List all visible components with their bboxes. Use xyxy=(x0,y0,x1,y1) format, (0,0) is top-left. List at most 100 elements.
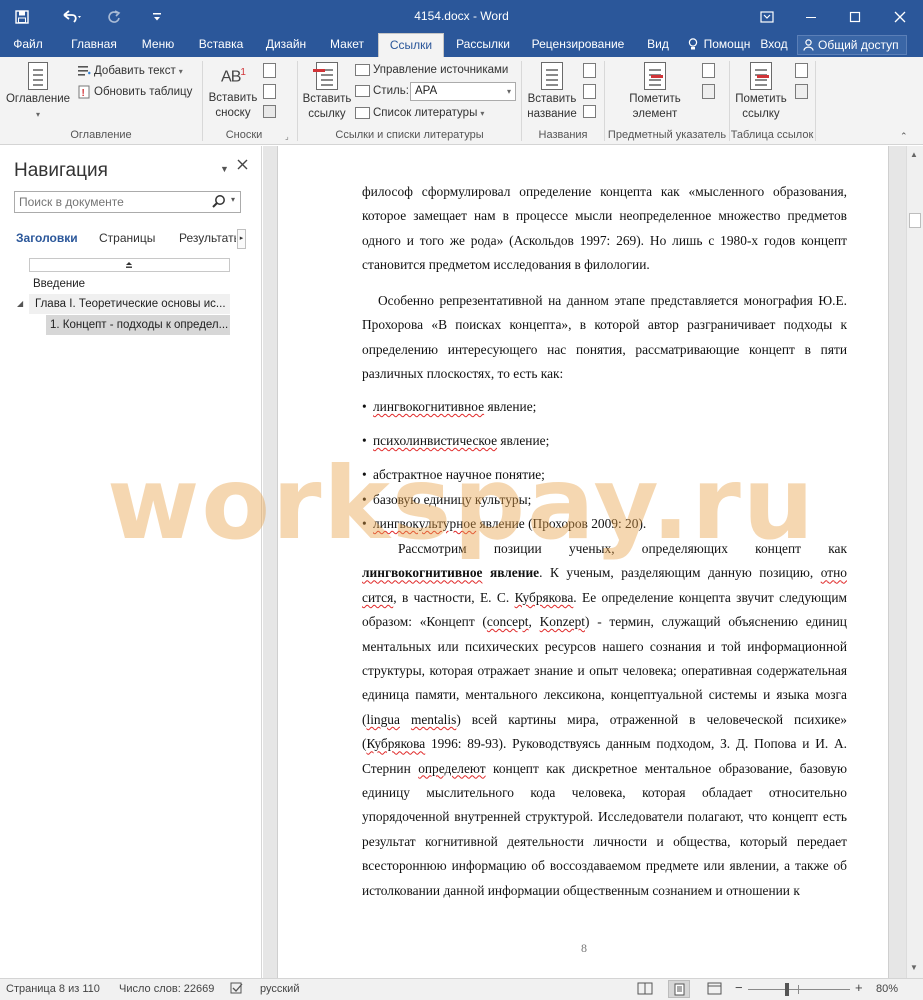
collapse-ribbon-icon[interactable]: ⌃ xyxy=(900,131,908,142)
search-options-chevron-icon[interactable]: ▾ xyxy=(231,195,235,204)
paragraph-1: философ сформулировал определение концеп… xyxy=(362,184,847,273)
tab-mailings[interactable]: Рассылки xyxy=(450,33,516,57)
scroll-down-icon[interactable]: ▼ xyxy=(910,963,918,972)
share-label: Общий доступ xyxy=(818,38,899,52)
web-layout-icon[interactable] xyxy=(707,982,722,998)
tab-design[interactable]: Дизайн xyxy=(258,33,314,57)
collapse-all-headings[interactable] xyxy=(29,258,230,272)
mark-entry-label-2: элемент xyxy=(632,108,678,120)
update-index-icon[interactable] xyxy=(702,84,715,99)
add-text-button[interactable]: Добавить текст ▾ xyxy=(77,62,183,80)
nav-tab-headings[interactable]: Заголовки xyxy=(16,231,78,245)
nav-tab-results[interactable]: Результать xyxy=(179,231,236,245)
vertical-scrollbar[interactable]: ▲ ▼ xyxy=(906,146,923,978)
tab-layout[interactable]: Макет xyxy=(322,33,372,57)
nav-tabs-scroll-right-icon[interactable]: ▸ xyxy=(237,229,246,249)
tab-file[interactable]: Файл xyxy=(6,33,50,57)
tab-home[interactable]: Главная xyxy=(64,33,124,57)
ribbon: Оглавление ▾ Добавить текст ▾ ! Обновить … xyxy=(0,57,923,145)
nav-title: Навигация xyxy=(14,160,108,181)
group-divider xyxy=(815,61,816,141)
citation-icon xyxy=(313,62,338,90)
tab-menu[interactable]: Меню xyxy=(134,33,182,57)
tab-review[interactable]: Рецензирование xyxy=(528,33,628,57)
language-indicator[interactable]: русский xyxy=(260,983,299,995)
cross-reference-icon[interactable] xyxy=(583,105,596,118)
next-footnote-icon[interactable] xyxy=(263,84,276,99)
insert-endnote-icon[interactable] xyxy=(263,63,276,78)
tab-references[interactable]: Ссылки xyxy=(378,33,444,58)
tab-insert[interactable]: Вставка xyxy=(192,33,250,57)
scroll-thumb[interactable] xyxy=(909,213,921,228)
proofing-icon[interactable] xyxy=(230,982,244,998)
citation-style-value: APA xyxy=(415,85,438,97)
paragraph-3: Рассмотрим позиции ученых, определяющих … xyxy=(362,541,847,898)
insert-index-icon[interactable] xyxy=(702,63,715,78)
tab-view[interactable]: Вид xyxy=(640,33,676,57)
mark-citation-button[interactable]: Пометить ссылку xyxy=(730,62,792,122)
manage-sources-button[interactable]: Управление источниками xyxy=(355,61,508,79)
page-count[interactable]: Страница 8 из 110 xyxy=(6,983,100,995)
zoom-level[interactable]: 80% xyxy=(876,983,898,995)
heading-item-intro[interactable]: Введение xyxy=(33,274,228,294)
mark-entry-icon xyxy=(644,62,666,90)
redo-icon[interactable] xyxy=(100,0,128,33)
undo-icon[interactable] xyxy=(54,0,88,33)
insert-caption-button[interactable]: Вставить название xyxy=(523,62,581,122)
scroll-up-icon[interactable]: ▲ xyxy=(910,150,918,159)
bibliography-icon xyxy=(355,107,370,119)
save-icon[interactable] xyxy=(8,0,36,33)
customize-icon[interactable] xyxy=(146,0,168,33)
person-icon xyxy=(803,39,814,51)
show-notes-icon[interactable] xyxy=(263,105,276,118)
bibliography-button[interactable]: Список литературы ▾ xyxy=(355,104,484,122)
citation-style-select[interactable]: APA ▾ xyxy=(410,82,516,101)
search-icon[interactable] xyxy=(211,194,227,213)
close-icon[interactable] xyxy=(877,0,923,33)
nav-tab-pages[interactable]: Страницы xyxy=(99,231,155,245)
bibliography-label: Список литературы xyxy=(373,107,478,119)
update-table-of-authorities-icon[interactable] xyxy=(795,84,808,99)
document-page[interactable]: философ сформулировал определение концеп… xyxy=(277,146,889,978)
maximize-icon[interactable] xyxy=(832,0,878,33)
footnotes-dialog-launcher-icon[interactable]: ⌟ xyxy=(285,132,289,141)
read-mode-icon[interactable] xyxy=(637,982,653,998)
zoom-slider-track[interactable] xyxy=(748,983,850,996)
insert-citation-button[interactable]: Вставить ссылку xyxy=(299,62,355,122)
update-table-button[interactable]: ! Обновить таблицу xyxy=(77,83,192,101)
word-count[interactable]: Число слов: 22669 xyxy=(119,983,214,995)
title-bar: 4154.docx - Word xyxy=(0,0,923,33)
page-number: 8 xyxy=(581,941,587,955)
tab-tell-me[interactable]: Помощн xyxy=(686,33,756,57)
insert-table-of-authorities-icon[interactable] xyxy=(795,63,808,78)
insert-citation-label-1: Вставить xyxy=(302,93,352,105)
ribbon-display-options-icon[interactable] xyxy=(744,0,790,33)
mark-citation-label-1: Пометить xyxy=(735,93,787,105)
heading-item-concept-current[interactable]: 1. Концепт - подходы к определ... xyxy=(46,315,230,335)
status-bar: Страница 8 из 110 Число слов: 22669 русс… xyxy=(0,978,923,1000)
style-icon xyxy=(355,85,370,97)
insert-footnote-button[interactable]: AB1 Вставить сноску xyxy=(204,65,262,121)
search-input[interactable] xyxy=(15,192,205,212)
zoom-slider-thumb[interactable] xyxy=(784,983,789,996)
print-layout-icon[interactable] xyxy=(668,980,690,998)
table-of-contents-button[interactable]: Оглавление ▾ xyxy=(4,62,72,122)
style-selector-label: Стиль: xyxy=(355,82,409,100)
insert-table-of-figures-icon[interactable] xyxy=(583,63,596,78)
update-table-of-figures-icon[interactable] xyxy=(583,84,596,99)
zoom-in-icon[interactable]: + xyxy=(855,980,863,995)
update-table-icon: ! xyxy=(77,85,91,99)
nav-options-icon[interactable]: ▼ xyxy=(220,164,229,174)
sign-in-link[interactable]: Вход xyxy=(756,33,792,57)
update-table-label: Обновить таблицу xyxy=(94,86,193,98)
bullet-item-2: • психолинвистическое явление; xyxy=(362,433,550,448)
share-button[interactable]: Общий доступ xyxy=(797,35,907,55)
minimize-icon[interactable] xyxy=(788,0,834,33)
heading-item-chapter-1[interactable]: Глава I. Теоретические основы ис... xyxy=(29,294,230,314)
add-text-icon xyxy=(77,64,91,78)
mark-citation-label-2: ссылку xyxy=(742,108,780,120)
close-icon[interactable] xyxy=(237,159,248,173)
expand-triangle-icon[interactable]: ◢ xyxy=(17,299,23,308)
mark-entry-button[interactable]: Пометить элемент xyxy=(614,62,696,122)
zoom-out-icon[interactable]: − xyxy=(735,980,743,995)
